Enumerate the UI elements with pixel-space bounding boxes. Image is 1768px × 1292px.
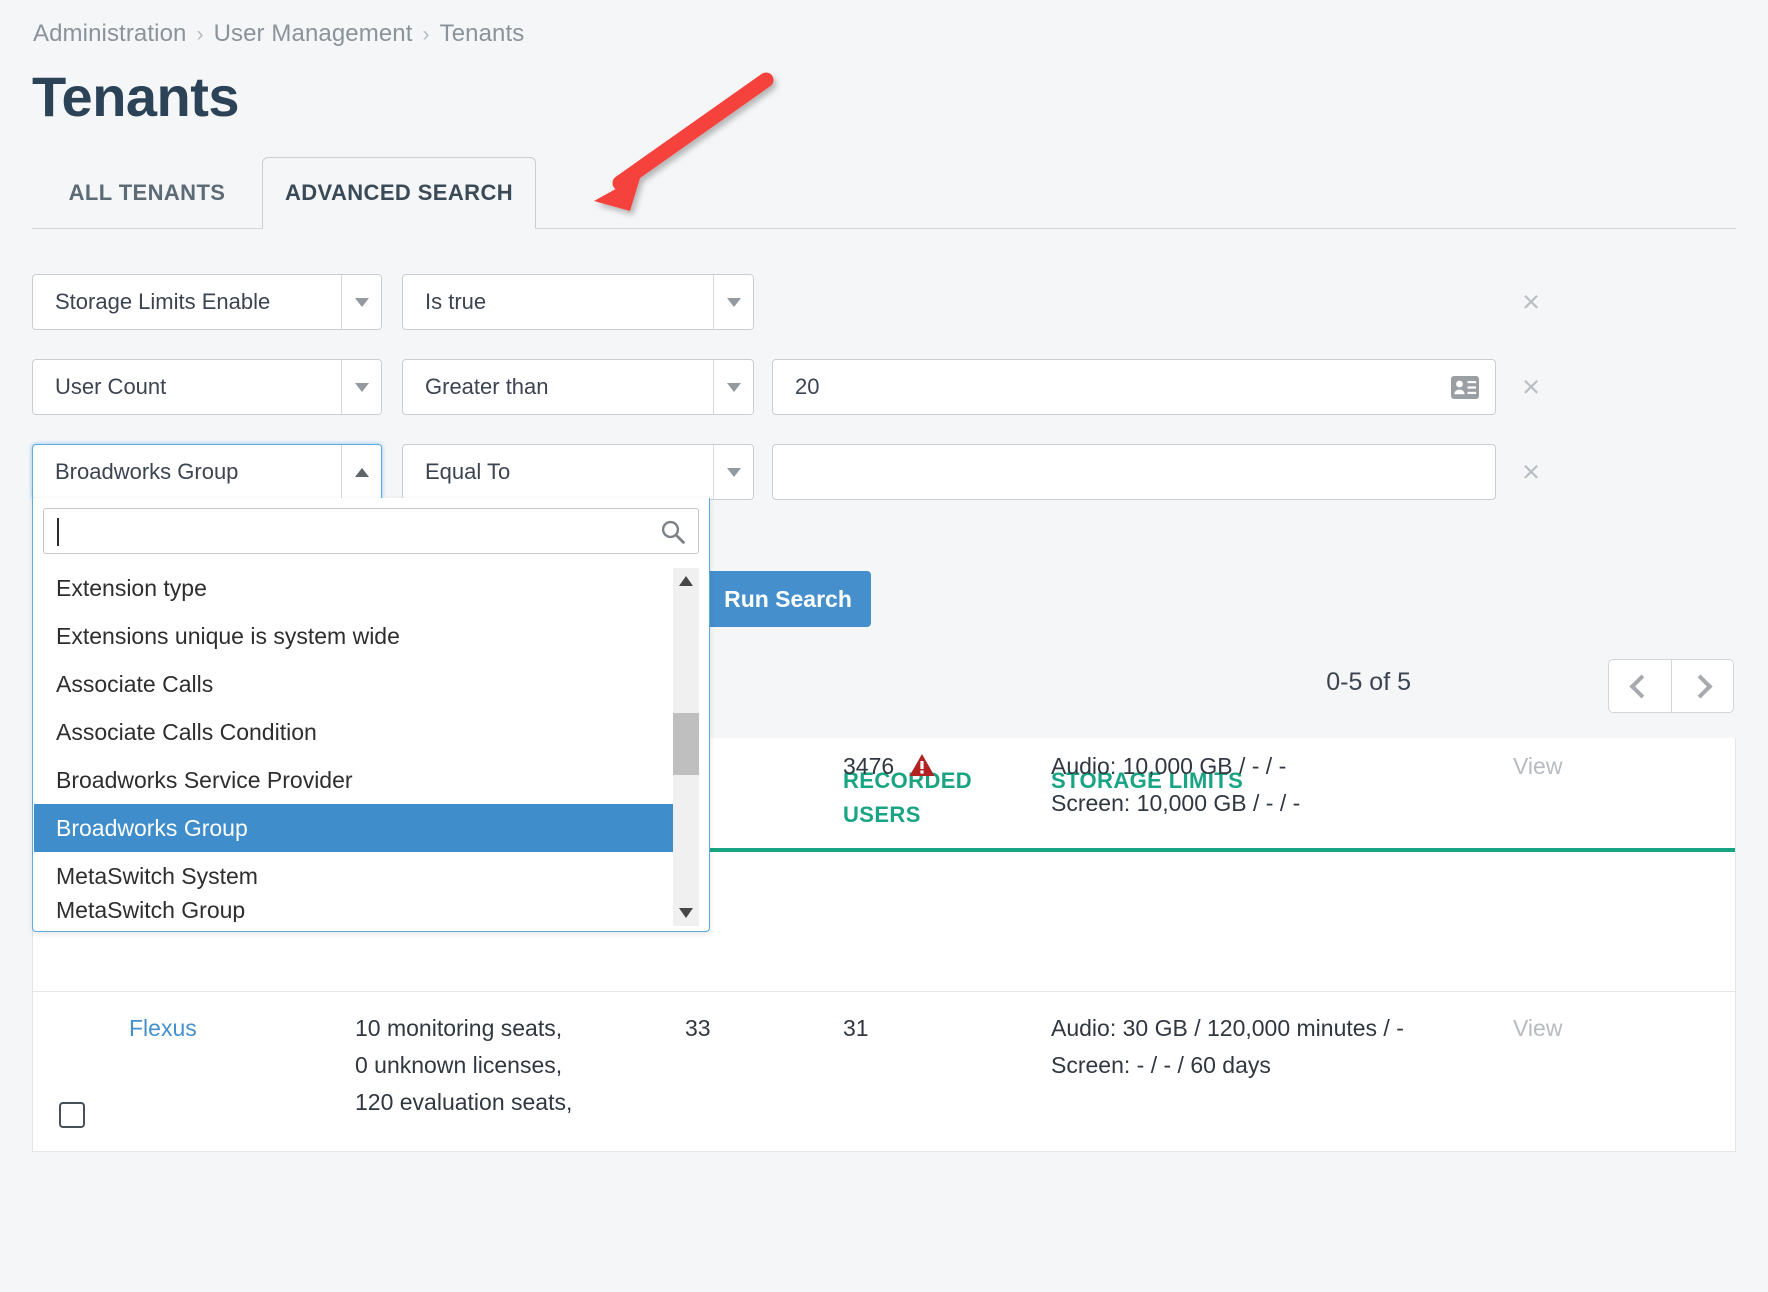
- filter-value-input-2[interactable]: 20: [772, 359, 1496, 415]
- breadcrumb-item-administration[interactable]: Administration: [33, 20, 186, 47]
- row-recorded-users-2: 31: [843, 1015, 869, 1041]
- chevron-down-icon[interactable]: [713, 275, 753, 329]
- tab-all-tenants[interactable]: ALL TENANTS: [32, 157, 262, 229]
- filter-value-text-2: 20: [795, 374, 820, 399]
- run-search-button[interactable]: Run Search: [705, 571, 871, 627]
- filter-field-label-1: Storage Limits Enable: [55, 289, 271, 314]
- page-title: Tenants: [32, 65, 240, 128]
- row-seats-2: 10 monitoring seats, 0 unknown licenses,…: [355, 1010, 655, 1121]
- row-seats-line: 10 monitoring seats,: [355, 1015, 563, 1041]
- dropdown-option[interactable]: MetaSwitch Group: [34, 900, 679, 922]
- filter-operator-select-1[interactable]: Is true: [402, 274, 754, 330]
- dropdown-search-input[interactable]: [43, 508, 699, 554]
- row-storage-line: Screen: 10,000 GB / - / -: [1051, 790, 1301, 816]
- row-recorded-users-1: 3476: [843, 748, 1003, 788]
- pagination-next-button[interactable]: [1670, 660, 1734, 712]
- tenants-advanced-search-page: Administration › User Management › Tenants T…: [0, 0, 1768, 1292]
- remove-filter-button-2[interactable]: ×: [1517, 371, 1545, 402]
- pagination-range-label: 0-5 of 5: [1326, 668, 1411, 696]
- filter-field-select-1[interactable]: Storage Limits Enable: [32, 274, 382, 330]
- row-storage-line: Screen: - / - / 60 days: [1051, 1052, 1271, 1078]
- search-icon: [660, 519, 686, 550]
- row-storage-line: Audio: 30 GB / 120,000 minutes / -: [1051, 1015, 1404, 1041]
- chevron-down-icon[interactable]: [713, 445, 753, 499]
- pagination-controls: [1608, 659, 1734, 713]
- contact-card-icon[interactable]: [1451, 376, 1479, 399]
- filter-operator-select-2[interactable]: Greater than: [402, 359, 754, 415]
- row-recorded-users-value-1: 3476: [843, 753, 895, 779]
- row-storage-limits-1: Audio: 10,000 GB / - / - Screen: 10,000 …: [1051, 748, 1491, 822]
- filter-field-select-2[interactable]: User Count: [32, 359, 382, 415]
- chevron-left-icon: [1629, 673, 1654, 699]
- row-seats-line: 120 evaluation seats,: [355, 1089, 573, 1115]
- filter-field-select-3[interactable]: Broadworks Group: [32, 444, 382, 500]
- filter-value-input-3[interactable]: [772, 444, 1496, 500]
- filter-operator-label-1: Is true: [425, 289, 487, 314]
- warning-icon: [909, 751, 935, 788]
- tab-advanced-search[interactable]: ADVANCED SEARCH: [262, 157, 536, 229]
- row-users-2: 33: [685, 1015, 711, 1041]
- dropdown-option[interactable]: Extension type: [34, 564, 679, 612]
- breadcrumb-separator-icon: ›: [422, 23, 430, 46]
- remove-filter-button-1[interactable]: ×: [1517, 286, 1545, 317]
- pagination-prev-button[interactable]: [1609, 660, 1671, 712]
- row-storage-line: Audio: 10,000 GB / - / -: [1051, 753, 1287, 779]
- filter-operator-select-3[interactable]: Equal To: [402, 444, 754, 500]
- chevron-down-icon[interactable]: [713, 360, 753, 414]
- tab-bar: ALL TENANTS ADVANCED SEARCH: [32, 157, 1736, 229]
- chevron-down-icon[interactable]: [341, 275, 381, 329]
- chevron-right-icon: [1688, 673, 1713, 699]
- filter-field-label-2: User Count: [55, 374, 167, 399]
- chevron-down-icon[interactable]: [341, 360, 381, 414]
- text-cursor: [57, 518, 59, 546]
- row-view-link-1[interactable]: View: [1513, 748, 1633, 785]
- dropdown-search-wrap: [43, 508, 699, 554]
- row-checkbox-2[interactable]: [59, 1102, 85, 1128]
- dropdown-option-list[interactable]: Extension type Extensions unique is syst…: [34, 564, 679, 930]
- breadcrumb-item-tenants[interactable]: Tenants: [440, 20, 525, 47]
- breadcrumb-separator-icon: ›: [196, 23, 204, 46]
- scrollbar-thumb[interactable]: [673, 713, 699, 775]
- field-select-dropdown-panel: Extension type Extensions unique is syst…: [32, 498, 710, 932]
- dropdown-option[interactable]: Associate Calls: [34, 660, 679, 708]
- breadcrumb: Administration › User Management › Tenants: [33, 20, 524, 48]
- dropdown-option[interactable]: MetaSwitch System: [34, 852, 679, 900]
- dropdown-scrollbar[interactable]: [673, 568, 699, 926]
- table-row[interactable]: Flexus 10 monitoring seats, 0 unknown li…: [33, 992, 1735, 1152]
- chevron-up-icon[interactable]: [341, 445, 381, 499]
- dropdown-option[interactable]: Associate Calls Condition: [34, 708, 679, 756]
- breadcrumb-item-user-management[interactable]: User Management: [214, 20, 413, 47]
- remove-filter-button-3[interactable]: ×: [1517, 456, 1545, 487]
- scroll-down-arrow-icon[interactable]: [679, 908, 693, 918]
- filter-operator-label-3: Equal To: [425, 459, 511, 484]
- row-seats-line: 0 unknown licenses,: [355, 1052, 563, 1078]
- row-storage-limits-2: Audio: 30 GB / 120,000 minutes / - Scree…: [1051, 1010, 1491, 1084]
- row-tenant-name-2[interactable]: Flexus: [129, 1010, 319, 1047]
- filter-field-label-3: Broadworks Group: [55, 459, 239, 484]
- row-view-link-2[interactable]: View: [1513, 1010, 1633, 1047]
- dropdown-option[interactable]: Extensions unique is system wide: [34, 612, 679, 660]
- column-header-recorded-users-line2: USERS: [843, 802, 921, 827]
- filter-operator-label-2: Greater than: [425, 374, 549, 399]
- scroll-up-arrow-icon[interactable]: [679, 576, 693, 586]
- dropdown-option[interactable]: Broadworks Service Provider: [34, 756, 679, 804]
- dropdown-option-selected[interactable]: Broadworks Group: [34, 804, 679, 852]
